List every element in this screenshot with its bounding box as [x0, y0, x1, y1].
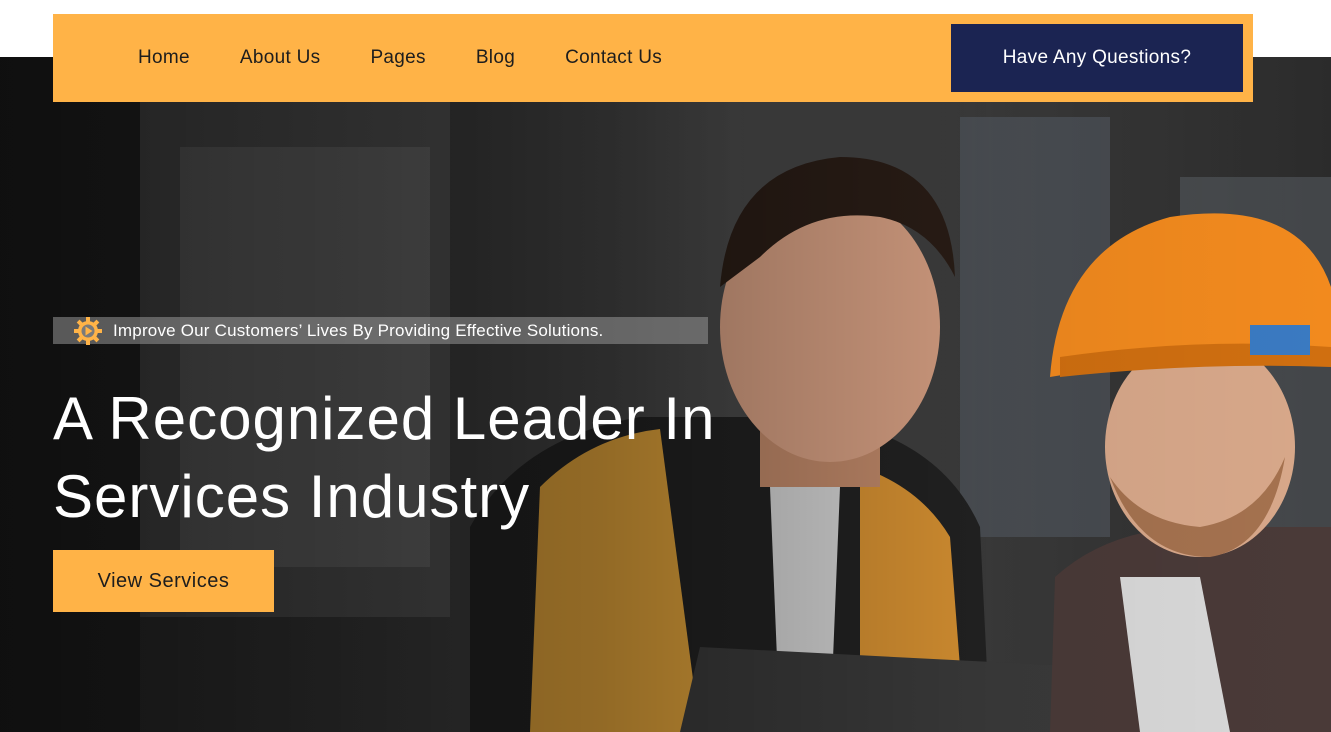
main-navbar: Home About Us Pages Blog Contact Us Have…	[53, 14, 1253, 102]
have-questions-button[interactable]: Have Any Questions?	[951, 24, 1243, 92]
gear-icon	[74, 316, 102, 345]
view-services-button[interactable]: View Services	[53, 550, 274, 612]
nav-links: Home About Us Pages Blog Contact Us	[138, 14, 712, 102]
hero-headline: A Recognized Leader In Services Industry	[53, 380, 813, 536]
nav-item-pages[interactable]: Pages	[370, 47, 425, 69]
nav-item-blog[interactable]: Blog	[476, 47, 515, 69]
hero-tagline: Improve Our Customers’ Lives By Providin…	[53, 316, 708, 345]
nav-item-contact-us[interactable]: Contact Us	[565, 47, 662, 69]
tagline-text: Improve Our Customers’ Lives By Providin…	[113, 320, 604, 340]
headline-line-1: A Recognized Leader In	[53, 385, 716, 452]
headline-line-2: Services Industry	[53, 463, 531, 530]
nav-item-about-us[interactable]: About Us	[240, 47, 321, 69]
nav-item-home[interactable]: Home	[138, 47, 190, 69]
